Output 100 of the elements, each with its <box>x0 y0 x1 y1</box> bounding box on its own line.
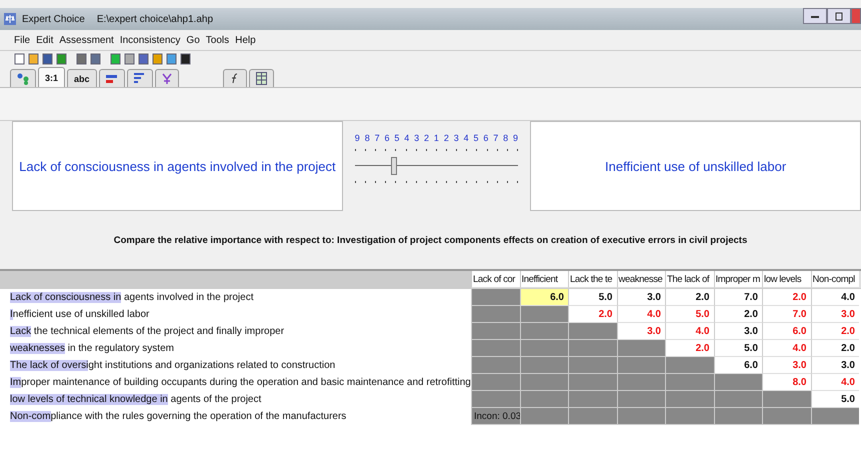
judgment-cell[interactable]: 2.0 <box>714 306 762 323</box>
scale-number: 5 <box>394 133 400 143</box>
row-label[interactable]: The lack of oversight institutions and organizations related to construction <box>10 360 336 371</box>
disabled-cell <box>762 408 810 425</box>
judgment-cell[interactable]: 5.0 <box>714 340 762 357</box>
column-header: Non-compl <box>810 271 859 288</box>
view-tab[interactable]: abc <box>67 69 97 87</box>
menu-item[interactable]: File <box>14 34 30 46</box>
right-element-label: Inefficient use of unskilled labor <box>605 158 786 174</box>
view-tab[interactable] <box>10 69 36 87</box>
branch-icon <box>162 72 172 84</box>
scale-number: 4 <box>404 133 410 143</box>
disabled-cell <box>714 391 762 408</box>
menu-item[interactable]: Edit <box>36 34 54 46</box>
disabled-cell <box>520 374 568 391</box>
formula-icon <box>230 73 240 84</box>
column-header: Inefficient <box>520 271 568 288</box>
menu-item[interactable]: Assessment <box>59 34 114 46</box>
judgment-cell[interactable]: 2.0 <box>810 340 859 357</box>
row-label[interactable]: Inefficient use of unskilled labor <box>10 309 150 320</box>
restore-button[interactable] <box>827 8 851 24</box>
file-path: E:\expert choice\ahp1.ahp <box>96 14 214 24</box>
menu-item[interactable]: Help <box>235 34 256 46</box>
disabled-cell <box>616 374 665 391</box>
disabled-cell <box>568 391 616 408</box>
view-tab[interactable] <box>248 69 274 87</box>
menu-item[interactable]: Tools <box>206 34 230 46</box>
disabled-cell <box>471 357 520 374</box>
judgment-cell[interactable]: 5.0 <box>665 306 714 323</box>
scale-number: 3 <box>414 133 420 143</box>
scale-number: 6 <box>483 133 488 143</box>
scale-number: 8 <box>503 133 508 143</box>
disabled-cell <box>520 391 568 408</box>
scale-number: 8 <box>364 133 370 143</box>
disabled-cell <box>616 391 665 408</box>
minimize-icon <box>811 14 819 18</box>
row-label[interactable]: Lack the technical elements of the project and finally improper <box>10 326 284 337</box>
scale-number: 2 <box>444 133 449 143</box>
bar-chart-icon <box>106 74 118 84</box>
judgment-cell[interactable]: 4.0 <box>762 340 810 357</box>
view-tab[interactable] <box>154 69 179 87</box>
view-tab[interactable] <box>126 69 153 87</box>
disabled-cell <box>520 357 568 374</box>
column-header: The lack of <box>665 271 714 288</box>
judgment-cell[interactable]: 2.0 <box>665 289 714 306</box>
judgment-cell[interactable]: 4.0 <box>810 289 859 306</box>
disabled-cell <box>471 323 520 340</box>
disabled-cell <box>616 408 665 425</box>
restore-icon <box>835 12 843 20</box>
menu-item[interactable]: Go <box>186 34 200 46</box>
view-tab[interactable] <box>222 69 247 87</box>
judgment-cell[interactable]: 7.0 <box>714 289 762 306</box>
judgment-cell[interactable]: 7.0 <box>762 306 810 323</box>
scale-number: 1 <box>434 133 439 143</box>
disabled-cell <box>616 357 665 374</box>
disabled-cell <box>714 408 762 425</box>
judgment-cell[interactable]: 3.0 <box>810 306 859 323</box>
judgment-cell[interactable]: 3.0 <box>714 323 762 340</box>
disabled-cell <box>568 323 616 340</box>
comparison-slider[interactable] <box>354 157 518 175</box>
menu-item[interactable]: Inconsistency <box>120 34 180 46</box>
judgment-cell[interactable]: 4.0 <box>616 306 665 323</box>
scale-number: 2 <box>424 133 430 143</box>
judgment-cell[interactable]: 2.0 <box>762 289 810 306</box>
judgment-cell[interactable]: 3.0 <box>616 289 665 306</box>
column-header: Improper m <box>714 271 762 288</box>
scale-number: 6 <box>384 133 390 143</box>
judgment-cell[interactable]: 4.0 <box>665 323 714 340</box>
disabled-cell <box>471 374 520 391</box>
disabled-cell <box>762 391 810 408</box>
bar-chart-icon <box>134 73 146 84</box>
column-header: weaknesse <box>616 271 665 288</box>
disabled-cell <box>568 357 616 374</box>
tree-icon <box>17 72 29 84</box>
disabled-cell <box>471 306 520 323</box>
grid-icon <box>256 72 267 85</box>
judgment-cell[interactable]: 3.0 <box>810 357 859 374</box>
minimize-button[interactable] <box>803 8 827 24</box>
disabled-cell <box>665 408 714 425</box>
disabled-cell <box>568 340 616 357</box>
view-tab[interactable] <box>98 69 125 87</box>
judgment-cell[interactable]: 2.0 <box>810 323 859 340</box>
view-tab[interactable]: 3:1 <box>38 67 66 87</box>
slider-thumb[interactable] <box>390 157 397 175</box>
row-label[interactable]: Non-compliance with the rules governing the operation of the manufacturers <box>10 411 346 422</box>
scale-number: 9 <box>513 133 518 143</box>
judgment-cell[interactable]: 6.0 <box>762 323 810 340</box>
row-label[interactable]: weaknesses in the regulatory system <box>10 343 174 354</box>
row-label[interactable]: Lack of consciousness in agents involved in the project <box>10 292 254 303</box>
row-label[interactable]: Improper maintenance of building occupants during the operation and basic maintenance and retrofitting <box>10 377 471 388</box>
scale-number: 7 <box>493 133 498 143</box>
judgment-cell[interactable]: 6.0 <box>520 289 568 306</box>
disabled-cell <box>471 340 520 357</box>
scale-number: 5 <box>473 133 478 143</box>
scale-icon <box>4 13 16 25</box>
judgment-cell[interactable]: 5.0 <box>568 289 616 306</box>
disabled-cell <box>665 391 714 408</box>
judgment-cell[interactable]: 3.0 <box>762 357 810 374</box>
judgment-cell[interactable]: 4.0 <box>810 374 859 391</box>
disabled-cell <box>616 340 665 357</box>
